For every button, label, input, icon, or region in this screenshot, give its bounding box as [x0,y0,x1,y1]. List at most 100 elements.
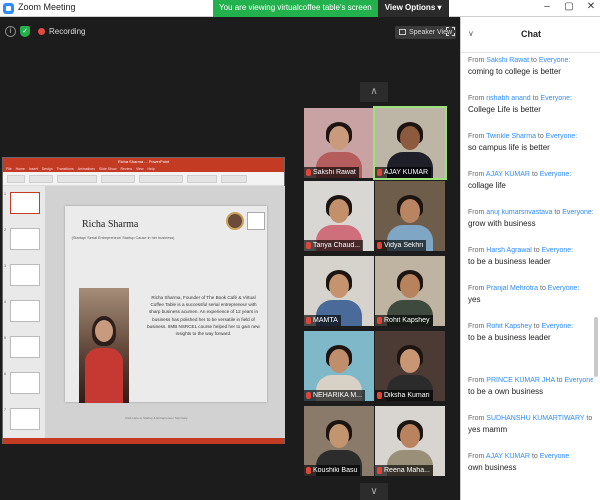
chat-message: From AJAY KUMAR to Everyone own business [468,453,593,472]
participant-video-tile[interactable]: Tanya Chaud... [304,181,374,251]
shared-screen-view[interactable]: Richa Sharma ... PowerPoint File Home Inse… [2,157,285,444]
participant-video-tile[interactable]: NEHARIKA M... [304,331,374,401]
participant-name-bar: Rohit Kapshey [375,315,433,326]
book-cafe-logo [226,212,244,230]
participant-name-bar: MAMTA [304,315,341,326]
sender-name[interactable]: Rohit Kapshey [486,323,532,330]
to-label: to [532,95,539,102]
participant-video-tile[interactable]: Koushiki Basu [304,406,374,476]
recording-label: Recording [49,27,86,36]
from-label: From [468,323,485,330]
chat-message-sender: From Pranjal Mehrotra to Everyone: [468,285,593,292]
chat-message-text: grow with business [468,219,536,228]
sender-name[interactable]: SUDHANSHU KUMARTIWARY [486,415,584,422]
muted-mic-icon [377,169,382,176]
participant-name-bar: Vidya Sekhri [375,240,427,251]
chat-message-sender: From SUDHANSHU KUMARTIWARY to Everyone: [468,415,593,422]
sender-name[interactable]: PRINCE KUMAR JHA [486,377,554,384]
chat-header: ∨ Chat [461,17,600,53]
recipient-name: Everyone: [539,171,572,178]
slide-thumbnail-number: 6 [4,372,6,376]
participant-name: NEHARIKA M... [313,392,363,399]
to-label: to [540,285,546,292]
speaker-photo [79,288,129,403]
slide-thumbnail[interactable] [10,408,40,430]
muted-mic-icon [306,242,311,249]
to-label: to [554,209,561,216]
from-label: From [468,133,485,140]
participant-video-tile[interactable]: AJAY KUMAR [373,106,447,180]
participant-video-tile[interactable]: Vidya Sekhri [375,181,445,251]
chat-message-sender: From PRINCE KUMAR JHA to Everyone: [468,377,593,384]
chat-panel: ∨ Chat From Sakshi Rawat to Everyone: com… [460,17,600,500]
speaker-view-icon [399,29,406,35]
sender-name[interactable]: AJAY KUMAR [486,453,530,460]
maximize-button[interactable]: ▢ [562,1,576,12]
chat-message: From Sakshi Rawat to Everyone: coming to … [468,57,593,76]
participant-video-tile[interactable]: Rohit Kapshey [375,256,445,326]
fullscreen-icon[interactable] [446,27,455,36]
from-label: From [468,415,485,422]
participant-video-tile[interactable]: Diksha Kumari [375,331,445,401]
sender-name[interactable]: Twinkle Sharma [486,133,536,140]
slide-thumbnail[interactable] [10,264,40,286]
to-label: to [533,323,540,330]
participant-name-bar: NEHARIKA M... [304,390,366,401]
chat-message-text: to be a own business [468,387,544,396]
gallery-scroll-up-button[interactable]: ∧ [360,82,388,102]
chat-message-text: own business [468,463,517,472]
participant-video-tile[interactable]: MAMTA [304,256,374,326]
sender-name[interactable]: anuj kumarsrivastava [486,209,552,216]
minimize-button[interactable]: – [540,1,554,12]
from-label: From [468,247,485,254]
gallery-scroll-down-button[interactable]: ∨ [360,483,388,500]
participant-video-tile[interactable]: Reena Maha... [375,406,445,476]
chat-message: From Harsh Agrawal to Everyone: to be a b… [468,247,593,266]
window-title: Zoom Meeting [18,2,76,12]
partner-logo [247,212,265,230]
encryption-shield-icon[interactable]: ✓ [20,26,30,37]
chat-message: From Pranjal Mehrotra to Everyone: yes [468,285,593,304]
chat-message-sender: From Rohit Kapshey to Everyone: [468,323,593,330]
meeting-status-bar: i ✓ Recording [5,26,85,37]
slide-canvas: Richa Sharma (Startup/ Serial Entreprene… [45,186,285,438]
sender-name[interactable]: rishabh anand [486,95,530,102]
sender-name[interactable]: Sakshi Rawat [486,57,529,64]
to-label: to [556,377,563,384]
sender-name[interactable]: Pranjal Mehrotra [486,285,538,292]
chat-message-text: coming to college is better [468,67,561,76]
participant-name: AJAY KUMAR [384,169,429,176]
chat-message: From SUDHANSHU KUMARTIWARY to Everyone: y… [468,415,593,434]
slide-thumbnail[interactable] [10,336,40,358]
recipient-name: Everyone [539,453,570,460]
chat-message-sender: From AJAY KUMAR to Everyone [468,453,593,460]
slide-thumbnail[interactable] [10,228,40,250]
to-label: to [531,453,538,460]
participant-video-tile[interactable]: Sakshi Rawat [304,108,374,178]
chat-message: From PRINCE KUMAR JHA to Everyone: to be … [468,377,593,396]
presentation-status-bar [3,438,284,444]
participant-name: Rohit Kapshey [384,317,430,324]
chat-message-text: College Life is better [468,105,541,114]
view-options-button[interactable]: View Options ▾ [377,0,449,17]
meeting-info-icon[interactable]: i [5,26,16,37]
to-label: to [531,171,538,178]
chat-message: From rishabh anand to Everyone: College L… [468,95,593,114]
chat-message: From Rohit Kapshey to Everyone: to be a b… [468,323,593,342]
sender-name[interactable]: Harsh Agrawal [486,247,532,254]
slide-thumbnail[interactable] [10,300,40,322]
slide-thumbnail[interactable] [10,372,40,394]
muted-mic-icon [377,467,382,474]
muted-mic-icon [377,392,382,399]
participant-name: Sakshi Rawat [313,169,356,176]
sender-name[interactable]: AJAY KUMAR [486,171,530,178]
chat-message-text: yes [468,295,481,304]
chat-scrollbar[interactable] [594,317,598,377]
participant-name: Diksha Kumari [384,392,430,399]
close-button[interactable]: ✕ [584,1,598,12]
chat-message-sender: From Sakshi Rawat to Everyone: [468,57,593,64]
recipient-name: Everyone: [540,95,572,102]
slide-thumbnail[interactable] [10,192,40,214]
chat-message-sender: From AJAY KUMAR to Everyone: [468,171,593,178]
chat-title: Chat [521,29,541,39]
